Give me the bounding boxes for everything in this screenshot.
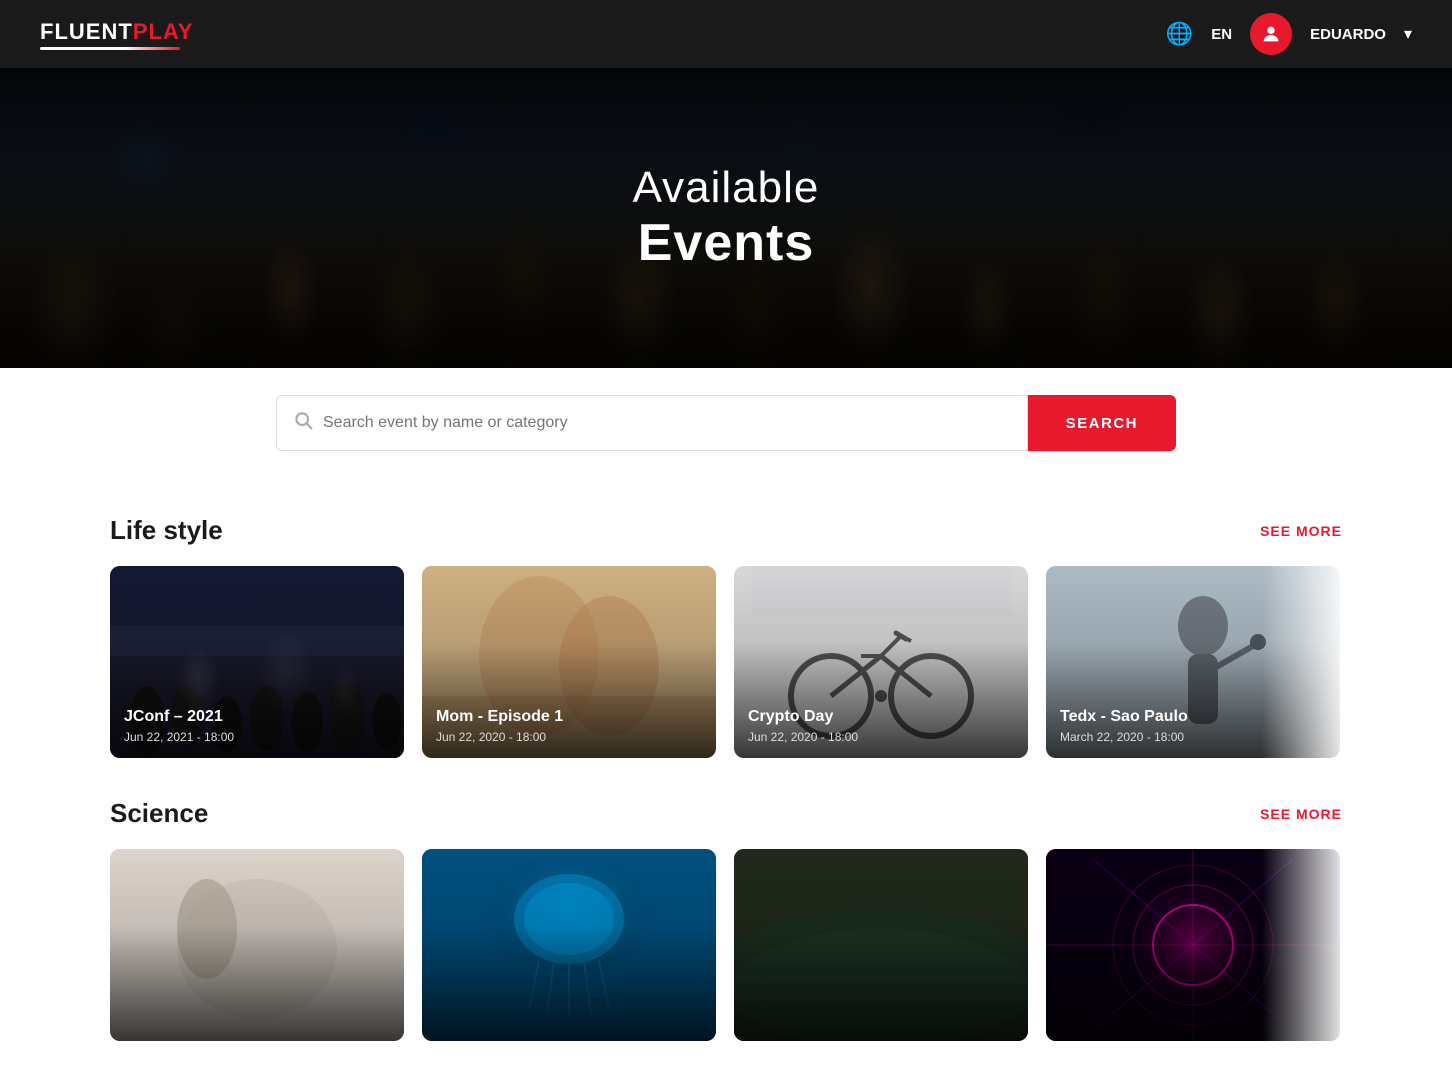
lifestyle-see-more[interactable]: SEE MORE xyxy=(1260,523,1342,539)
search-container: SEARCH xyxy=(276,395,1176,451)
search-bar-section: SEARCH xyxy=(0,367,1452,479)
card-jconf[interactable]: JConf – 2021 Jun 22, 2021 - 18:00 xyxy=(110,566,404,758)
language-selector[interactable]: EN xyxy=(1211,26,1232,43)
username-label: EDUARDO xyxy=(1310,26,1386,43)
logo-play-text: PLAY xyxy=(133,19,194,44)
card-jellyfish[interactable] xyxy=(422,849,716,1041)
logo[interactable]: FLUENTPLAY xyxy=(40,19,193,50)
avatar-icon xyxy=(1260,23,1282,45)
section-gap xyxy=(110,758,1342,798)
card-mom-date: Jun 22, 2020 - 18:00 xyxy=(436,730,563,744)
card-crypto-date: Jun 22, 2020 - 18:00 xyxy=(748,730,858,744)
card-crypto-title: Crypto Day xyxy=(748,708,858,726)
lifestyle-section-header: Life style SEE MORE xyxy=(110,515,1342,546)
navbar: FLUENTPLAY 🌐 EN EDUARDO ▾ xyxy=(0,0,1452,68)
card-mom-info: Mom - Episode 1 Jun 22, 2020 - 18:00 xyxy=(436,708,563,744)
card-crypto-info: Crypto Day Jun 22, 2020 - 18:00 xyxy=(748,708,858,744)
lifestyle-cards-container: JConf – 2021 Jun 22, 2021 - 18:00 xyxy=(110,566,1342,758)
user-menu-chevron[interactable]: ▾ xyxy=(1404,24,1412,44)
card-tedx-info: Tedx - Sao Paulo March 22, 2020 - 18:00 xyxy=(1060,708,1188,744)
card-mom-title: Mom - Episode 1 xyxy=(436,708,563,726)
card-tedx-date: March 22, 2020 - 18:00 xyxy=(1060,730,1188,744)
card-jconf-date: Jun 22, 2021 - 18:00 xyxy=(124,730,234,744)
search-input[interactable] xyxy=(323,414,1011,432)
nav-right: 🌐 EN EDUARDO ▾ xyxy=(1166,13,1412,55)
science-cards-container xyxy=(110,849,1342,1041)
hero-section: Available Events xyxy=(0,68,1452,368)
science-section-header: Science SEE MORE xyxy=(110,798,1342,829)
hero-title-line1: Available xyxy=(633,163,820,213)
logo-underline xyxy=(40,47,180,50)
card-satellite[interactable] xyxy=(734,849,1028,1041)
lifestyle-cards-row: JConf – 2021 Jun 22, 2021 - 18:00 xyxy=(110,566,1342,758)
card-bird[interactable] xyxy=(110,849,404,1041)
logo-fluent-text: FLUENT xyxy=(40,19,133,44)
main-content: Life style SEE MORE xyxy=(0,479,1452,1081)
science-section-title: Science xyxy=(110,798,208,829)
globe-icon[interactable]: 🌐 xyxy=(1166,21,1193,47)
card-mom[interactable]: Mom - Episode 1 Jun 22, 2020 - 18:00 xyxy=(422,566,716,758)
search-button[interactable]: SEARCH xyxy=(1028,395,1176,451)
card-jellyfish-overlay xyxy=(422,849,716,1041)
card-satellite-overlay xyxy=(734,849,1028,1041)
card-tedx-title: Tedx - Sao Paulo xyxy=(1060,708,1188,726)
science-cards-row xyxy=(110,849,1342,1041)
science-see-more[interactable]: SEE MORE xyxy=(1260,806,1342,822)
card-neon-overlay xyxy=(1046,849,1340,1041)
card-tedx[interactable]: Tedx - Sao Paulo March 22, 2020 - 18:00 xyxy=(1046,566,1340,758)
card-neon[interactable] xyxy=(1046,849,1340,1041)
card-crypto[interactable]: Crypto Day Jun 22, 2020 - 18:00 xyxy=(734,566,1028,758)
search-icon xyxy=(293,410,313,436)
hero-content: Available Events xyxy=(633,163,820,273)
avatar[interactable] xyxy=(1250,13,1292,55)
card-jconf-info: JConf – 2021 Jun 22, 2021 - 18:00 xyxy=(124,708,234,744)
hero-title-line2: Events xyxy=(633,213,820,273)
lifestyle-section-title: Life style xyxy=(110,515,223,546)
search-input-wrap xyxy=(276,395,1028,451)
card-jconf-title: JConf – 2021 xyxy=(124,708,234,726)
card-bird-overlay xyxy=(110,849,404,1041)
